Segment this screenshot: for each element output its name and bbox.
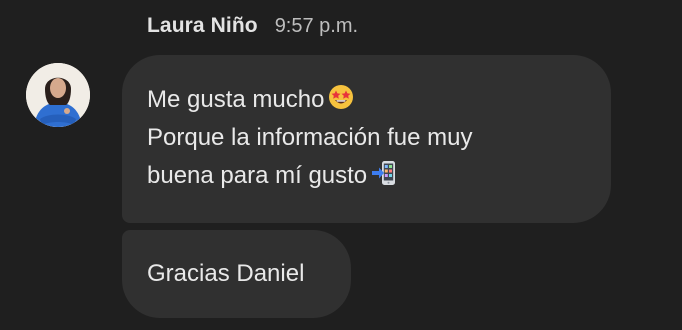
message-text: Gracias Daniel <box>147 260 305 287</box>
message-text: Porque la información fue muy <box>147 124 473 151</box>
star-struck-emoji-icon <box>328 84 354 110</box>
message-timestamp: 9:57 p.m. <box>274 15 359 37</box>
message-line: Me gusta mucho <box>147 81 587 119</box>
message-bubble[interactable]: Me gusta mucho Porque la información fue… <box>122 55 611 223</box>
message-line: buena para mí gusto <box>147 157 587 195</box>
sender-name[interactable]: Laura Niño <box>147 14 258 38</box>
avatar[interactable] <box>26 63 90 127</box>
message-text: buena para mí gusto <box>147 162 368 189</box>
avatar-image <box>26 63 90 127</box>
message-header: Laura Niño 9:57 p.m. <box>147 14 358 38</box>
message-text: Me gusta mucho <box>147 86 325 113</box>
message-line: Gracias Daniel <box>147 255 327 293</box>
message-line: Porque la información fue muy <box>147 119 587 157</box>
message-bubble[interactable]: Gracias Daniel <box>122 230 351 318</box>
mobile-phone-arrow-emoji-icon <box>371 160 398 186</box>
